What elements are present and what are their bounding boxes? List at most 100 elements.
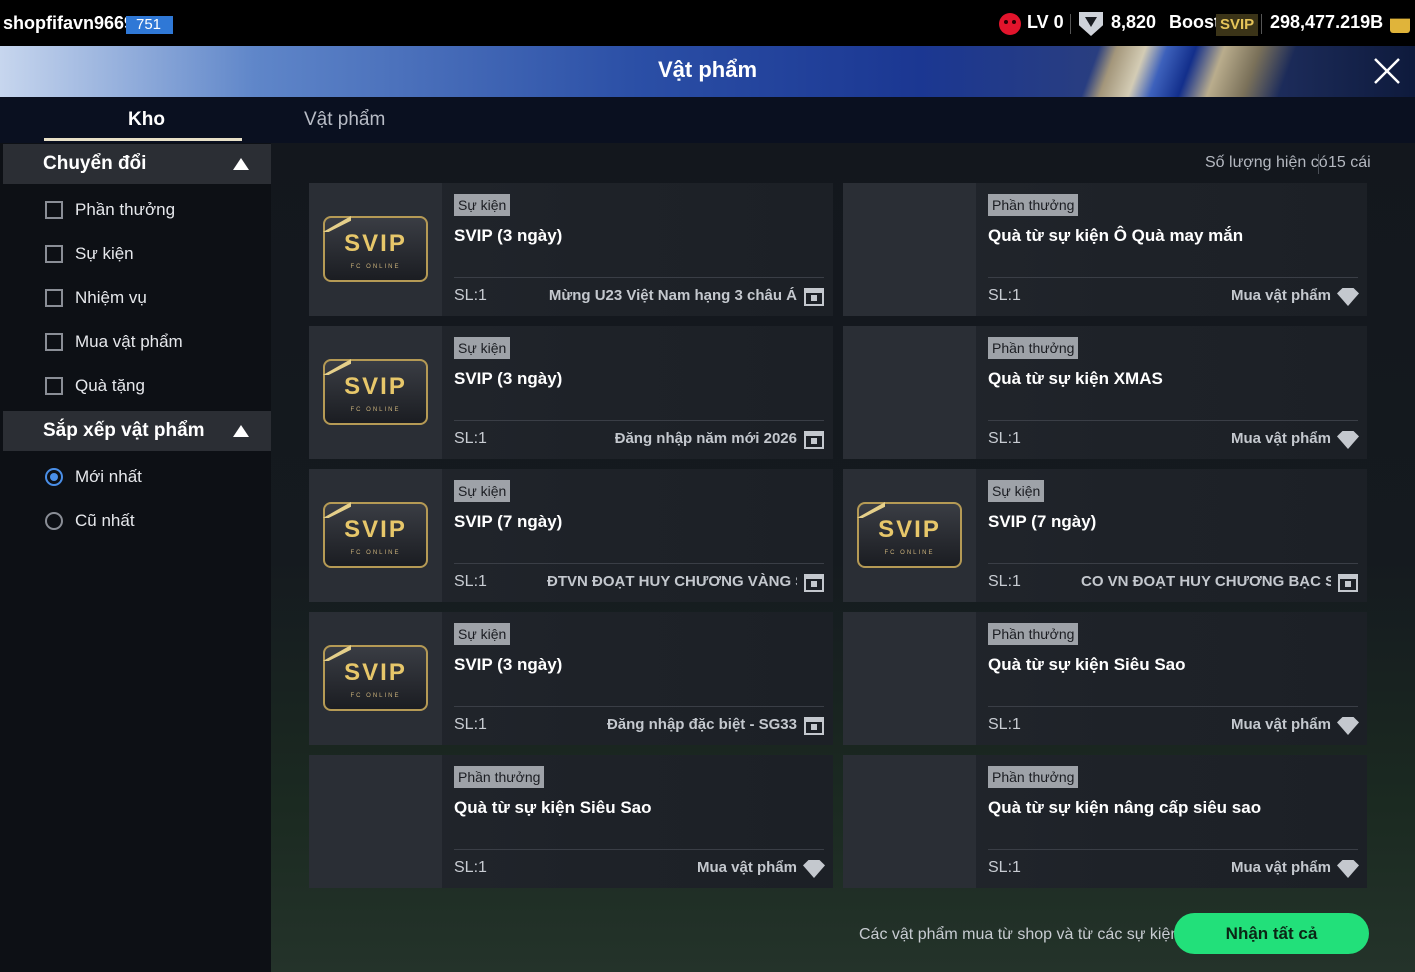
item-quantity: SL:1 — [988, 430, 1021, 447]
svip-logo-text: SVIP — [344, 516, 407, 543]
divider — [1318, 154, 1319, 174]
svip-logo-text: SVIP — [878, 516, 941, 543]
diamond-icon — [1337, 717, 1359, 735]
page-title: Vật phẩm — [657, 57, 758, 82]
filter-label: Sự kiện — [75, 244, 134, 263]
divider — [988, 420, 1358, 421]
item-tag: Sự kiện — [454, 480, 511, 502]
item-name: Quà từ sự kiện XMAS — [988, 369, 1163, 388]
item-name: SVIP (7 ngày) — [988, 512, 1097, 531]
item-card[interactable]: SVIP FC ONLINE Sự kiện SVIP (3 ngày) SL:1 Đăn… — [309, 326, 833, 459]
item-name: SVIP (3 ngày) — [454, 369, 563, 388]
item-quantity: SL:1 — [988, 716, 1021, 733]
divider — [454, 706, 824, 707]
item-quantity: SL:1 — [988, 573, 1021, 590]
lv-value: LV 0 — [1027, 12, 1064, 32]
item-thumbnail — [843, 183, 976, 316]
money-value: 298,477.219B — [1270, 12, 1384, 32]
svip-logo-subtext: FC ONLINE — [350, 407, 401, 413]
close-icon[interactable] — [1372, 56, 1402, 86]
svip-logo: SVIP FC ONLINE — [323, 645, 428, 711]
item-name: SVIP (3 ngày) — [454, 655, 563, 674]
item-source: Mua vật phẩm — [1230, 287, 1331, 304]
level-badge: 751 — [126, 16, 173, 34]
divider — [988, 277, 1358, 278]
divider — [1261, 14, 1262, 34]
sad-face-icon — [999, 13, 1021, 35]
svip-logo-subtext: FC ONLINE — [350, 550, 401, 556]
item-card[interactable]: Phần thưởng Quà từ sự kiện Siêu Sao SL:1 Mu… — [309, 755, 833, 888]
main-content: Số lượng hiện có 15 cái SVIP FC ONLINE Sự … — [271, 143, 1415, 972]
item-source: ĐTVN ĐOẠT HUY CHƯƠNG VÀNG SG3: — [547, 573, 797, 590]
item-card[interactable]: SVIP FC ONLINE Sự kiện SVIP (3 ngày) SL:1 Mừn… — [309, 183, 833, 316]
item-tag: Phần thưởng — [454, 766, 545, 788]
item-tag: Phần thưởng — [988, 623, 1079, 645]
sort-radio-oldest[interactable]: Cũ nhất — [45, 509, 135, 533]
filter-checkbox-su-kien[interactable]: Sự kiện — [45, 242, 134, 266]
item-tag: Phần thưởng — [988, 337, 1079, 359]
calendar-icon — [1338, 574, 1358, 592]
item-name: SVIP (7 ngày) — [454, 512, 563, 531]
item-card[interactable]: Phần thưởng Quà từ sự kiện Ô Quà may mắn S… — [843, 183, 1367, 316]
divider — [1070, 14, 1071, 34]
tab-vat-pham[interactable]: Vật phẩm — [304, 109, 385, 131]
radio-checked-icon[interactable] — [45, 468, 63, 486]
item-source: Mua vật phẩm — [1230, 430, 1331, 447]
item-card[interactable]: Phần thưởng Quà từ sự kiện nâng cấp siêu … — [843, 755, 1367, 888]
item-name: Quà từ sự kiện Siêu Sao — [454, 798, 652, 817]
calendar-icon — [804, 717, 824, 735]
item-thumbnail: SVIP FC ONLINE — [843, 469, 976, 602]
sort-radio-newest[interactable]: Mới nhất — [45, 465, 142, 489]
sort-label: Mới nhất — [75, 467, 142, 486]
item-thumbnail — [843, 612, 976, 745]
item-card[interactable]: SVIP FC ONLINE Sự kiện SVIP (3 ngày) SL:1 Đăn… — [309, 612, 833, 745]
item-quantity: SL:1 — [988, 859, 1021, 876]
svip-logo-text: SVIP — [344, 659, 407, 686]
checkbox-icon[interactable] — [45, 245, 63, 263]
checkbox-icon[interactable] — [45, 201, 63, 219]
item-name: SVIP (3 ngày) — [454, 226, 563, 245]
item-name: Quà từ sự kiện nâng cấp siêu sao — [988, 798, 1262, 817]
filter-checkbox-nhiem-vu[interactable]: Nhiệm vụ — [45, 286, 147, 310]
checkbox-icon[interactable] — [45, 289, 63, 307]
filter-checkbox-qua-tang[interactable]: Quà tặng — [45, 374, 145, 398]
item-card[interactable]: SVIP FC ONLINE Sự kiện SVIP (7 ngày) SL:1 CO … — [843, 469, 1367, 602]
sort-section-header[interactable]: Sắp xếp vật phẩm — [3, 411, 271, 451]
radio-icon[interactable] — [45, 512, 63, 530]
collapse-triangle-icon — [233, 425, 249, 437]
item-card[interactable]: Phần thưởng Quà từ sự kiện Siêu Sao SL:1 Mu… — [843, 612, 1367, 745]
tab-kho[interactable]: Kho — [128, 109, 165, 131]
claim-all-button[interactable]: Nhận tất cả — [1174, 913, 1369, 954]
diamond-icon — [1337, 431, 1359, 449]
count-value: 15 cái — [1328, 154, 1371, 171]
item-quantity: SL:1 — [988, 287, 1021, 304]
item-card[interactable]: Phần thưởng Quà từ sự kiện XMAS SL:1 Mua vậ… — [843, 326, 1367, 459]
item-tag: Sự kiện — [988, 480, 1045, 502]
filter-label: Nhiệm vụ — [75, 288, 147, 307]
item-card[interactable]: SVIP FC ONLINE Sự kiện SVIP (7 ngày) SL:1 ĐTV… — [309, 469, 833, 602]
filter-section-header[interactable]: Chuyển đổi — [3, 144, 271, 184]
filter-checkbox-mua-vat-pham[interactable]: Mua vật phẩm — [45, 330, 183, 354]
count-label: Số lượng hiện có — [1205, 154, 1328, 171]
boost-label: Boost — [1169, 12, 1220, 32]
divider — [988, 706, 1358, 707]
svip-logo: SVIP FC ONLINE — [857, 502, 962, 568]
tab-bar: Kho Vật phẩm — [0, 97, 1415, 143]
item-quantity: SL:1 — [454, 716, 487, 733]
svip-logo: SVIP FC ONLINE — [323, 216, 428, 282]
item-source: Đăng nhập đặc biệt - SG33 — [606, 716, 797, 733]
diamond-icon — [1337, 288, 1359, 306]
item-source: Đăng nhập năm mới 2026 — [614, 430, 797, 447]
tab-active-underline — [44, 138, 242, 141]
item-tag: Sự kiện — [454, 623, 511, 645]
username: shopfifavn9669 — [3, 13, 135, 33]
filter-section-title: Chuyển đổi — [43, 153, 147, 174]
checkbox-icon[interactable] — [45, 377, 63, 395]
divider — [454, 849, 824, 850]
coins-icon — [1390, 18, 1410, 33]
svip-logo-text: SVIP — [344, 373, 407, 400]
item-name: Quà từ sự kiện Ô Quà may mắn — [988, 226, 1244, 245]
item-source: Mua vật phẩm — [1230, 859, 1331, 876]
checkbox-icon[interactable] — [45, 333, 63, 351]
filter-checkbox-phan-thuong[interactable]: Phần thưởng — [45, 198, 175, 222]
